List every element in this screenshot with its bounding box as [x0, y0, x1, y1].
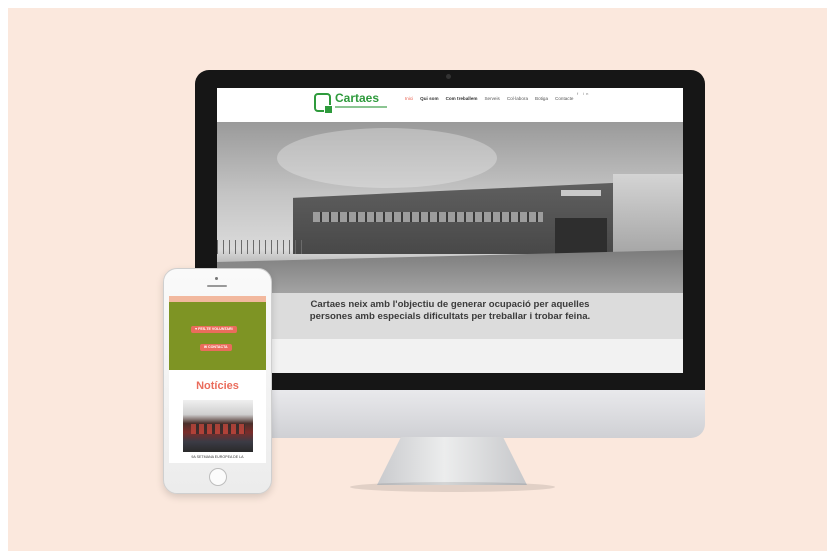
hero-caption-line1: Cartaes neix amb l'objectiu de generar o… [310, 299, 590, 310]
phone-camera-icon [215, 277, 218, 280]
nav-collabora[interactable]: Col·labora [507, 96, 528, 101]
nav-qui-som[interactable]: Qui som [420, 96, 438, 101]
mobile-cta-section: ♥ FES-TE VOLUNTARI ✉ CONTACTA [169, 302, 266, 370]
hero-fence [217, 240, 307, 254]
volunteer-button[interactable]: ♥ FES-TE VOLUNTARI [191, 326, 237, 333]
cartaes-logo-icon[interactable] [314, 93, 333, 114]
hero-caption: Cartaes neix amb l'objectiu de generar o… [217, 293, 683, 339]
hero-building-side [613, 174, 683, 254]
hero-building-sign [561, 190, 601, 196]
monitor-stand [377, 437, 527, 485]
screen-bottom-area [217, 339, 683, 373]
phone-device: ♥ FES-TE VOLUNTARI ✉ CONTACTA Notícies 9… [163, 268, 272, 494]
phone-speaker [207, 285, 227, 287]
nav-botiga[interactable]: Botiga [535, 96, 548, 101]
home-button[interactable] [209, 468, 227, 486]
camera-icon [446, 74, 451, 79]
logo-name[interactable]: Cartaes [335, 91, 379, 105]
nav-serveis[interactable]: Serveis [484, 96, 499, 101]
nav-com-treballem[interactable]: Com treballem [446, 96, 478, 101]
news-caption[interactable]: 9A SETMANA EUROPEA DE LA [169, 455, 266, 459]
social-icons[interactable]: f in [577, 91, 590, 96]
stand-shadow [350, 482, 555, 492]
desktop-screen: Cartaes Inici Qui som Com treballem Serv… [217, 88, 683, 373]
phone-screen: ♥ FES-TE VOLUNTARI ✉ CONTACTA Notícies 9… [169, 296, 266, 463]
nav-inici[interactable]: Inici [405, 96, 413, 101]
nav-contacte[interactable]: Contacte [555, 96, 573, 101]
logo-tagline [335, 106, 387, 108]
hero-caption-line2: persones amb especials dificultats per t… [309, 311, 591, 322]
site-header: Cartaes Inici Qui som Com treballem Serv… [217, 88, 683, 122]
contact-button[interactable]: ✉ CONTACTA [200, 344, 232, 351]
hero-building-windows [313, 212, 543, 222]
news-title: Notícies [196, 380, 239, 392]
hero-sky [277, 128, 497, 188]
hero-building-door [555, 218, 607, 254]
main-nav: Inici Qui som Com treballem Serveis Col·… [405, 96, 573, 101]
news-image[interactable] [183, 400, 253, 452]
